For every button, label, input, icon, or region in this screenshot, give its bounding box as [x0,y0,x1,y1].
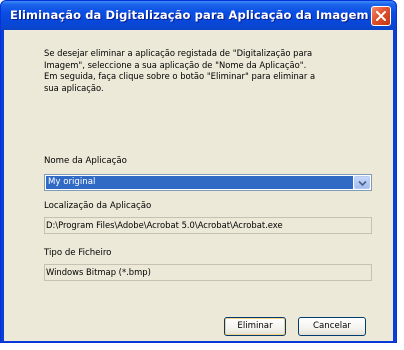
app-location-label: Localização da Aplicação [44,201,152,211]
app-name-selected-value: My original [46,176,353,189]
file-type-label: Tipo de Ficheiro [44,248,112,258]
app-name-dropdown[interactable]: My original [44,174,372,191]
dialog-title: Eliminação da Digitalização para Aplicaç… [10,8,369,22]
app-name-label: Nome da Aplicação [44,156,127,166]
file-type-field: Windows Bitmap (*.bmp) [44,264,372,281]
delete-button[interactable]: Eliminar [224,317,286,336]
close-button[interactable] [371,6,391,26]
dialog-window: Eliminação da Digitalização para Aplicaç… [0,0,397,343]
instructions-text: Se desejar eliminar a aplicação registad… [44,48,316,93]
title-bar[interactable]: Eliminação da Digitalização para Aplicaç… [1,1,396,30]
chevron-down-icon [358,180,367,187]
dropdown-arrow-button[interactable] [354,176,370,189]
app-location-field: D:\Program Files\Adobe\Acrobat 5.0\Acrob… [44,217,372,234]
dialog-body: Se desejar eliminar a aplicação registad… [4,30,393,341]
cancel-button[interactable]: Cancelar [298,317,366,336]
close-icon [376,11,386,21]
